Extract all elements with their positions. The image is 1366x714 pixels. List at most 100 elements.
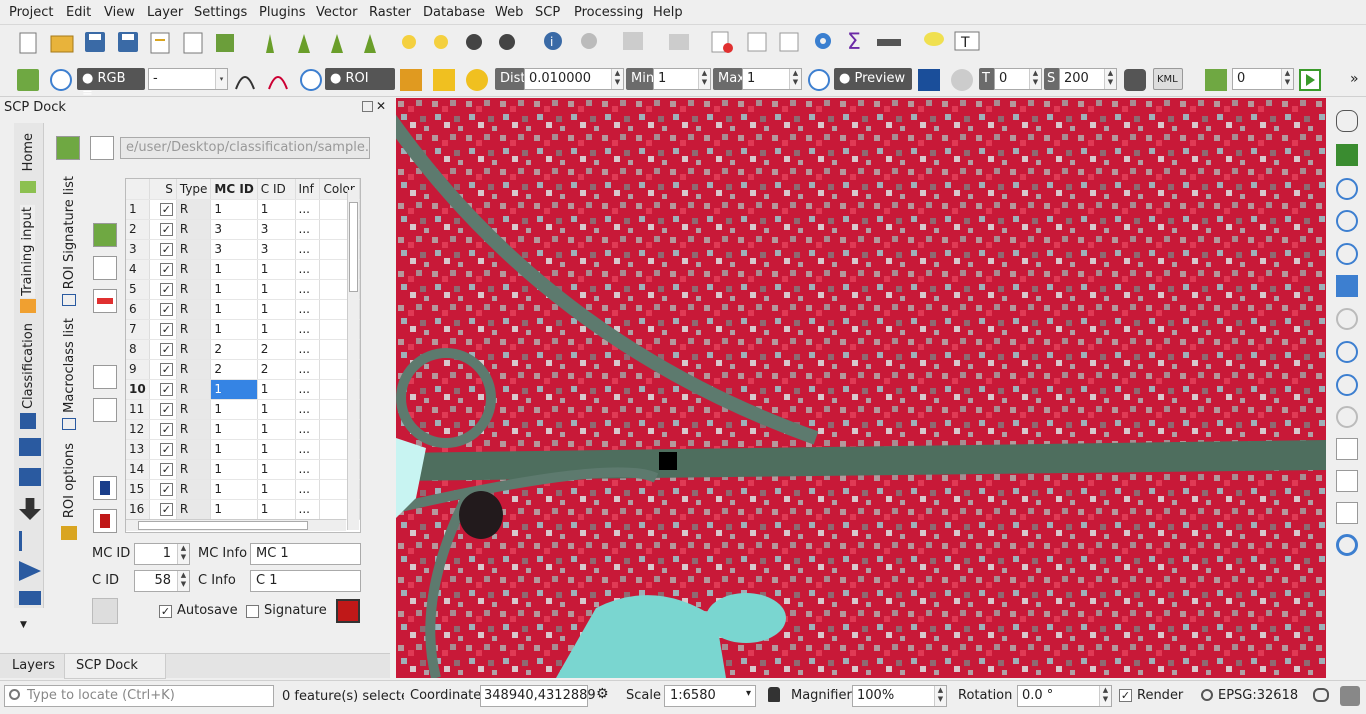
toolbar-overflow-icon[interactable]: » (1350, 71, 1359, 87)
row-c-id[interactable]: 1 (257, 319, 296, 340)
row-checkbox[interactable]: ✓ (149, 319, 177, 340)
row-checkbox[interactable]: ✓ (149, 439, 177, 460)
dist-input[interactable]: 0.010000 ▲ ▼ (524, 68, 624, 90)
lock-scale-icon[interactable] (768, 687, 780, 702)
table-row[interactable]: 14 ✓ R 1 1... (126, 459, 360, 480)
coordinate-input[interactable]: 348940,4312889 (480, 685, 596, 707)
col-s[interactable]: S (149, 179, 177, 200)
local-cumulative-stretch-icon[interactable] (234, 69, 256, 91)
row-mc-id[interactable]: 1 (210, 299, 258, 320)
run-icon[interactable] (1299, 69, 1321, 91)
statistics-sum-icon[interactable]: Σ (847, 30, 861, 55)
measure-icon[interactable] (877, 39, 901, 46)
row-info[interactable]: ... (295, 479, 321, 500)
row-checkbox[interactable]: ✓ (149, 419, 177, 440)
row-info[interactable]: ... (295, 499, 321, 520)
zoom-preview-icon[interactable] (808, 69, 830, 91)
table-row[interactable]: 8 ✓ R 2 2... (126, 339, 360, 360)
zoom-last-icon[interactable] (1336, 374, 1358, 396)
tab-layers[interactable]: Layers (12, 658, 55, 673)
zoom-native-icon[interactable] (1336, 243, 1358, 265)
table-row[interactable]: 6 ✓ R 1 1... (126, 299, 360, 320)
identify-icon[interactable]: i (544, 32, 562, 50)
zoom-roi-icon[interactable] (300, 69, 322, 91)
redo-preview-icon[interactable] (951, 69, 973, 91)
new-map-view-icon[interactable] (1336, 438, 1358, 460)
zoom-selection-map-icon[interactable] (1336, 308, 1358, 330)
row-info[interactable]: ... (295, 219, 321, 240)
menu-plugins[interactable]: Plugins (259, 5, 306, 20)
row-c-id[interactable]: 1 (257, 279, 296, 300)
tab-classification[interactable]: Classification (21, 323, 36, 409)
export-signatures-icon[interactable] (93, 509, 117, 533)
classification-preview-icon[interactable] (918, 69, 940, 91)
row-c-id[interactable]: 1 (257, 439, 296, 460)
row-info[interactable]: ... (295, 439, 321, 460)
merge-signatures-icon[interactable] (93, 223, 117, 247)
row-info[interactable]: ... (295, 239, 321, 260)
scatter-plot-icon[interactable] (93, 398, 117, 422)
tab-roi-signature-list[interactable]: ROI Signature list (62, 176, 77, 289)
scale-combo[interactable]: 1:6580 ▾ (664, 685, 756, 707)
row-info[interactable]: ... (295, 339, 321, 360)
scp-home-icon[interactable] (17, 69, 39, 91)
postprocessing-tab-icon[interactable] (19, 531, 41, 551)
row-checkbox[interactable]: ✓ (149, 279, 177, 300)
row-info[interactable]: ... (295, 279, 321, 300)
save-project-icon[interactable] (85, 32, 105, 52)
row-checkbox[interactable]: ✓ (149, 399, 177, 420)
s-input[interactable]: 200 ▲ ▼ (1059, 68, 1117, 90)
save-roi-icon[interactable] (336, 599, 360, 623)
tab-home[interactable]: Home (21, 133, 36, 171)
new-3d-view-icon[interactable] (1336, 470, 1358, 492)
delete-selected-icon[interactable] (711, 31, 733, 53)
create-roi-polygon-icon[interactable] (400, 69, 422, 91)
row-c-id[interactable]: 1 (257, 499, 296, 520)
col-c-id[interactable]: C ID (257, 179, 296, 200)
row-checkbox[interactable]: ✓ (149, 199, 177, 220)
attribute-table-icon[interactable] (747, 32, 767, 52)
style-manager-icon[interactable] (216, 34, 234, 52)
band-set-input[interactable]: 0 ▲ ▼ (1232, 68, 1294, 90)
menu-view[interactable]: View (104, 5, 135, 20)
col-inf[interactable]: Inf (295, 179, 321, 200)
map-tips-icon[interactable] (924, 32, 944, 46)
magnifier-input[interactable]: 100% ▲ ▼ (852, 685, 947, 707)
row-c-id[interactable]: 2 (257, 359, 296, 380)
row-mc-id[interactable]: 1 (210, 259, 258, 280)
row-info[interactable]: ... (295, 199, 321, 220)
table-row[interactable]: 10 ✓ R 1 1... (126, 379, 360, 400)
row-mc-id[interactable]: 2 (210, 339, 258, 360)
row-mc-id[interactable]: 1 (210, 499, 258, 520)
c-id-input[interactable]: 58 ▲ ▼ (134, 570, 190, 592)
row-checkbox[interactable]: ✓ (149, 239, 177, 260)
row-c-id[interactable]: 1 (257, 199, 296, 220)
menu-edit[interactable]: Edit (66, 5, 91, 20)
row-mc-id[interactable]: 1 (210, 439, 258, 460)
messages-icon[interactable] (1313, 688, 1329, 702)
table-row[interactable]: 7 ✓ R 1 1... (126, 319, 360, 340)
row-info[interactable]: ... (295, 299, 321, 320)
save-as-icon[interactable] (118, 32, 138, 52)
row-info[interactable]: ... (295, 419, 321, 440)
tab-macroclass-list[interactable]: Macroclass list (62, 318, 77, 413)
table-row[interactable]: 1 ✓ R 1 1... (126, 199, 360, 220)
row-mc-id[interactable]: 1 (210, 319, 258, 340)
toggle-extents-icon[interactable]: ⚙ (596, 686, 612, 704)
row-checkbox[interactable]: ✓ (149, 499, 177, 520)
col-type[interactable]: Type (176, 179, 212, 200)
menu-help[interactable]: Help (653, 5, 683, 20)
rotation-input[interactable]: 0.0 ° ▲ ▼ (1017, 685, 1112, 707)
row-mc-id[interactable]: 1 (210, 199, 258, 220)
row-checkbox[interactable]: ✓ (149, 359, 177, 380)
pan-hand-icon[interactable] (1336, 110, 1358, 132)
row-checkbox[interactable]: ✓ (149, 379, 177, 400)
zoom-in-icon[interactable] (1336, 178, 1358, 200)
row-checkbox[interactable]: ✓ (149, 299, 177, 320)
dock-float-icon[interactable] (362, 101, 373, 112)
plugin-icon[interactable] (1340, 686, 1360, 706)
menu-scp[interactable]: SCP (535, 5, 560, 20)
row-mc-id[interactable]: 3 (210, 219, 258, 240)
table-row[interactable]: 12 ✓ R 1 1... (126, 419, 360, 440)
rgb-combo[interactable]: - ▾ (148, 68, 228, 90)
